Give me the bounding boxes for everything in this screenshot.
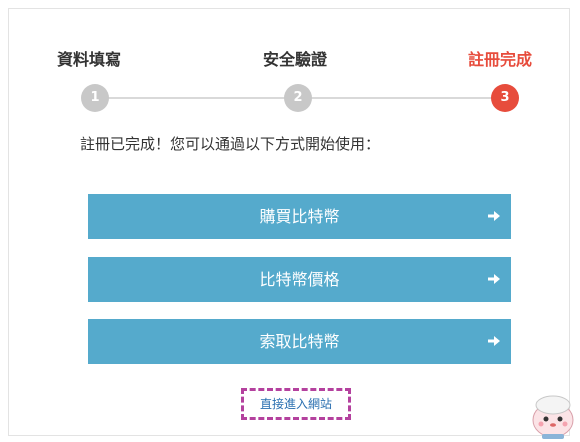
step-number-1: 1 [81, 84, 109, 112]
mascot-icon [532, 395, 574, 439]
enter-site-link[interactable]: 直接進入網站 [241, 388, 351, 420]
arrow-right-icon [488, 274, 500, 284]
buy-bitcoin-label: 購買比特幣 [259, 207, 340, 226]
request-bitcoin-button[interactable]: 索取比特幣 [88, 319, 511, 364]
arrow-right-icon [488, 336, 500, 346]
bitcoin-price-button[interactable]: 比特幣價格 [88, 257, 511, 302]
step-label-registration-complete: 註冊完成 [468, 50, 533, 69]
registration-card: 資料填寫 安全驗證 註冊完成 1 2 3 註冊已完成！您可以通過以下方式開始使用… [8, 8, 570, 436]
step-label-fill-info: 資料填寫 [57, 50, 122, 69]
step-number-2: 2 [284, 84, 312, 112]
bitcoin-price-label: 比特幣價格 [259, 270, 340, 289]
request-bitcoin-label: 索取比特幣 [259, 332, 340, 351]
completion-message: 註冊已完成！您可以通過以下方式開始使用： [80, 135, 381, 153]
step-number-3: 3 [491, 84, 519, 112]
step-label-security-verify: 安全驗證 [263, 50, 328, 69]
buy-bitcoin-button[interactable]: 購買比特幣 [88, 194, 511, 239]
arrow-right-icon [488, 211, 500, 221]
